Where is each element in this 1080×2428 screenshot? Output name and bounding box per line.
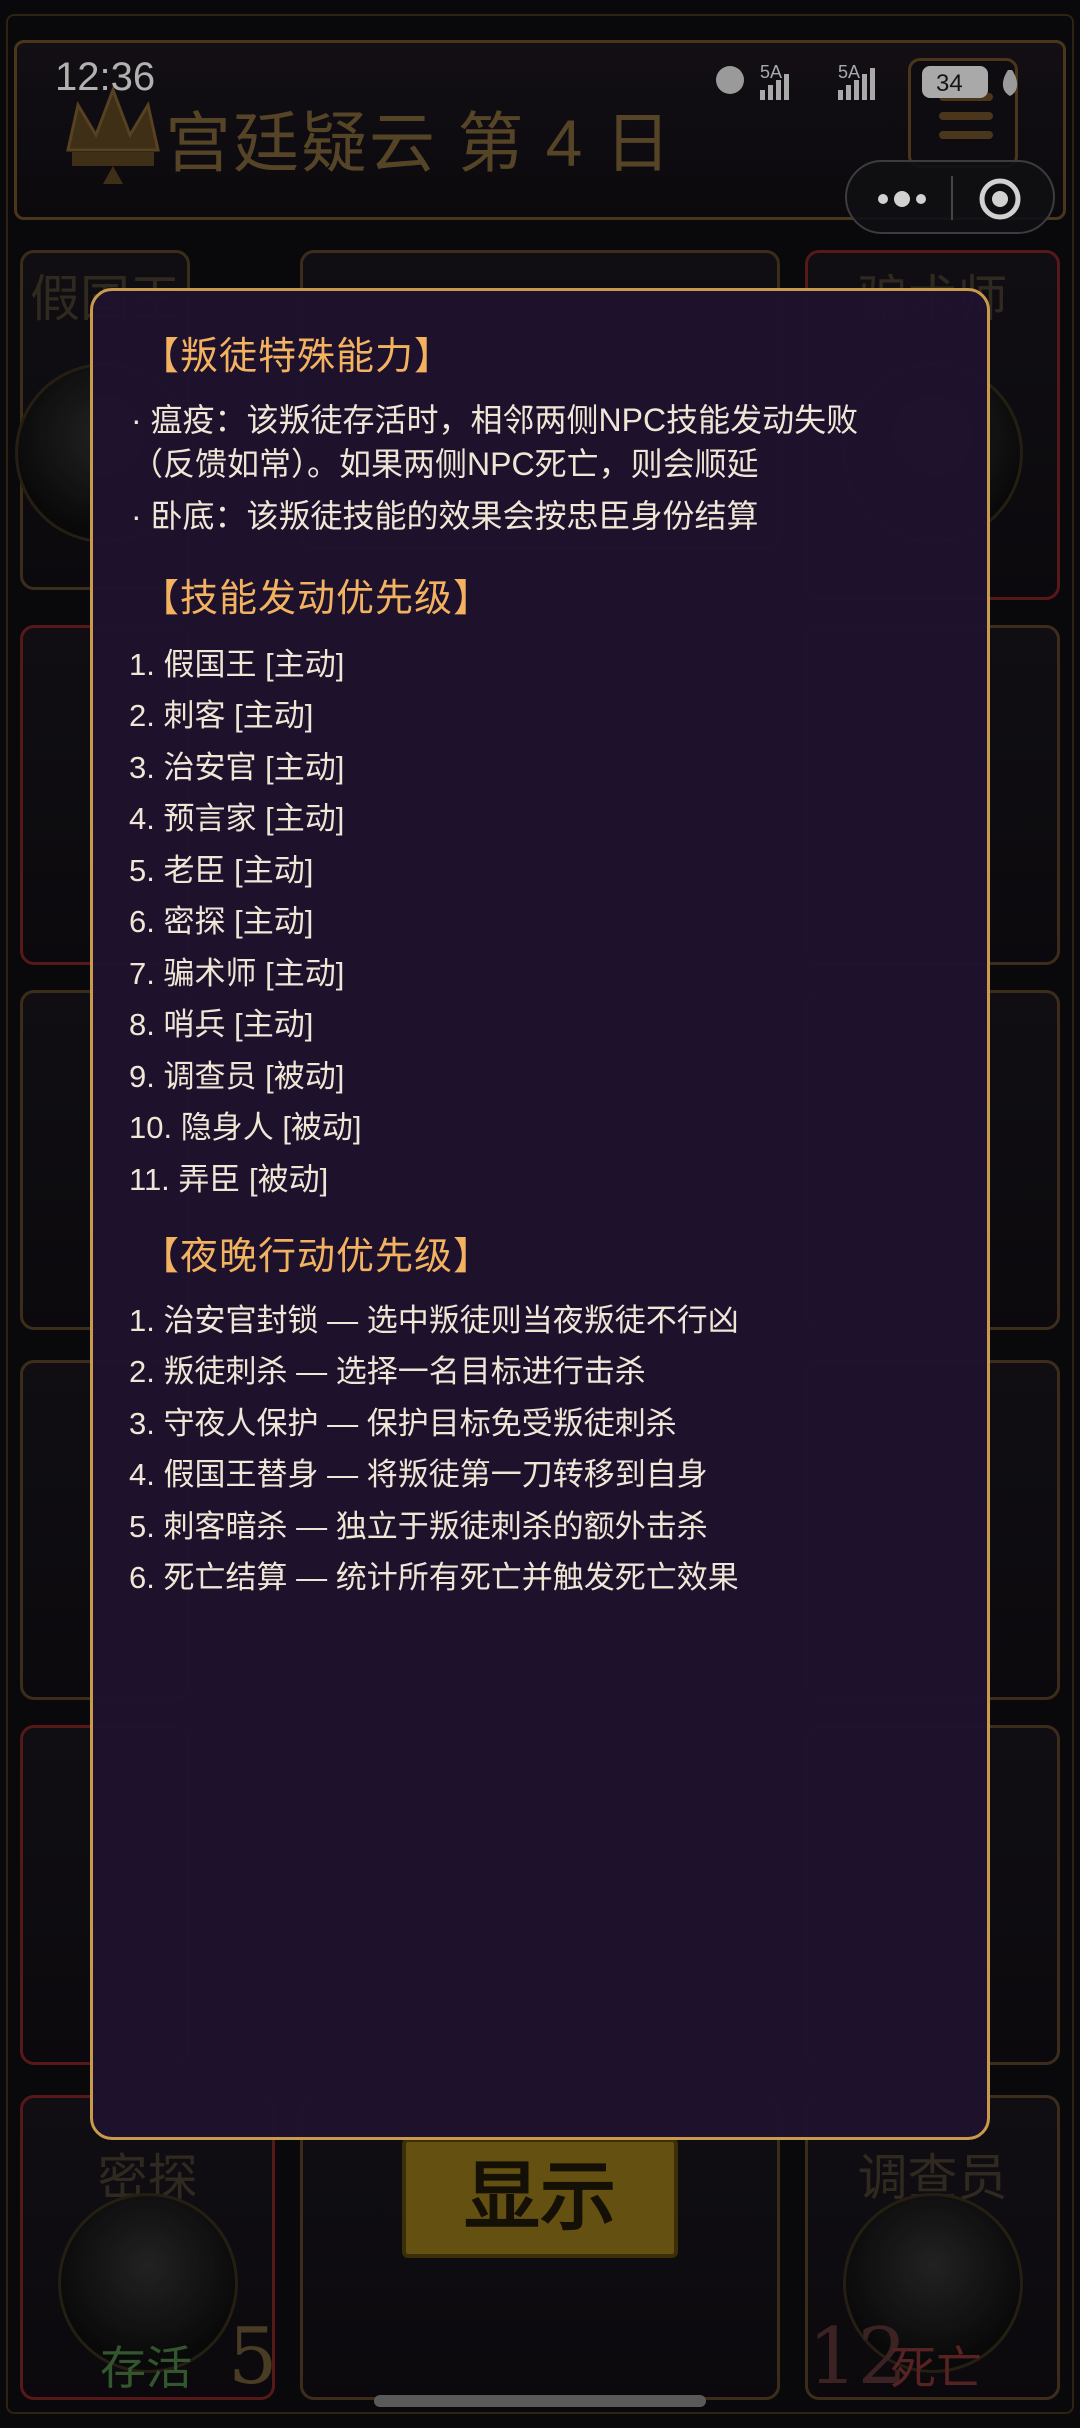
ability-undercover: · 卧底：该叛徒技能的效果会按忠臣身份结算 xyxy=(131,498,759,534)
list-item: 3. 守夜人保护 — 保护目标免受叛徒刺杀 xyxy=(129,1406,677,1441)
ability-plague-line2: （反馈如常）。如果两侧NPC死亡，则会顺延 xyxy=(131,446,759,482)
list-item: 1. 治安官封锁 — 选中叛徒则当夜叛徒不行凶 xyxy=(129,1303,739,1338)
list-item: 2. 叛徒刺杀 — 选择一名目标进行击杀 xyxy=(129,1354,646,1389)
list-item: 11. 弄臣 [被动] xyxy=(129,1162,329,1197)
list-item: 7. 骗术师 [主动] xyxy=(129,956,345,991)
ability-plague-line1: · 瘟疫：该叛徒存活时，相邻两侧NPC技能发动失败 xyxy=(131,402,859,438)
list-item: 1. 假国王 [主动] xyxy=(129,647,345,682)
list-item: 6. 密探 [主动] xyxy=(129,904,314,939)
list-item: 3. 治安官 [主动] xyxy=(129,750,345,785)
list-item: 4. 预言家 [主动] xyxy=(129,801,345,836)
list-item: 6. 死亡结算 — 统计所有死亡并触发死亡效果 xyxy=(129,1560,739,1595)
list-item: 5. 老臣 [主动] xyxy=(129,853,314,888)
rules-modal: 【叛徒特殊能力】 · 瘟疫：该叛徒存活时，相邻两侧NPC技能发动失败 （反馈如常… xyxy=(90,288,990,2140)
section-title-traitor-abilities: 【叛徒特殊能力】 xyxy=(141,336,454,378)
list-item: 2. 刺客 [主动] xyxy=(129,698,314,733)
list-item: 4. 假国王替身 — 将叛徒第一刀转移到自身 xyxy=(129,1457,708,1492)
section-title-night-priority: 【夜晚行动优先级】 xyxy=(141,1236,493,1278)
list-item: 10. 隐身人 [被动] xyxy=(129,1110,362,1145)
list-item: 8. 哨兵 [主动] xyxy=(129,1007,314,1042)
list-item: 9. 调查员 [被动] xyxy=(129,1059,345,1094)
list-item: 5. 刺客暗杀 — 独立于叛徒刺杀的额外击杀 xyxy=(129,1509,708,1544)
section-title-skill-priority: 【技能发动优先级】 xyxy=(141,578,493,620)
